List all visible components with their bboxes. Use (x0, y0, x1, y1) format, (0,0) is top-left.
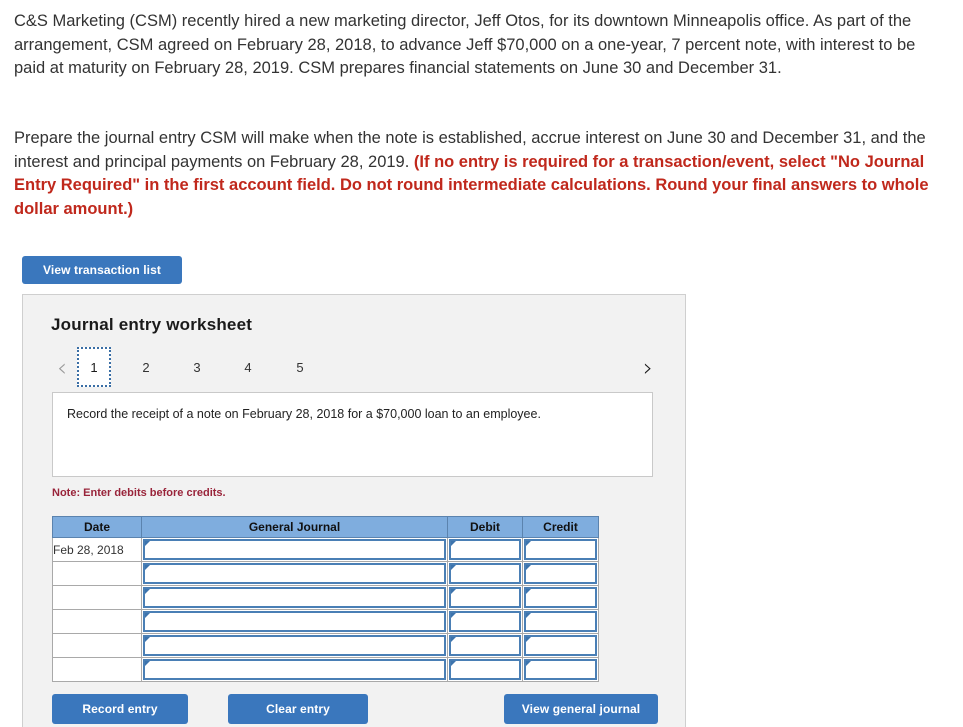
debit-cell[interactable] (447, 561, 523, 586)
debit-input[interactable] (449, 539, 521, 560)
credit-input[interactable] (524, 635, 597, 656)
debit-cell[interactable] (447, 657, 523, 682)
view-general-journal-button[interactable]: View general journal (504, 694, 658, 724)
date-cell[interactable] (52, 633, 142, 658)
chevron-left-icon[interactable]: ‹ (51, 349, 73, 385)
general-journal-cell[interactable] (141, 657, 448, 682)
date-cell[interactable] (52, 609, 142, 634)
date-cell[interactable] (52, 657, 142, 682)
table-header-row: Date General Journal Debit Credit (52, 516, 599, 538)
credit-cell[interactable] (522, 537, 599, 562)
debit-cell[interactable] (447, 585, 523, 610)
debit-input[interactable] (449, 587, 521, 608)
page-root: C&S Marketing (CSM) recently hired a new… (0, 0, 963, 727)
debit-input[interactable] (449, 635, 521, 656)
record-entry-button[interactable]: Record entry (52, 694, 188, 724)
date-cell[interactable] (52, 585, 142, 610)
table-row (52, 585, 599, 610)
column-header-credit: Credit (522, 516, 599, 538)
credit-input[interactable] (524, 587, 597, 608)
credit-cell[interactable] (522, 633, 599, 658)
column-header-debit: Debit (447, 516, 523, 538)
general-journal-cell[interactable] (141, 633, 448, 658)
general-journal-input[interactable] (143, 563, 446, 584)
credit-input[interactable] (524, 539, 597, 560)
worksheet-title: Journal entry worksheet (51, 315, 253, 334)
debit-input[interactable] (449, 611, 521, 632)
credit-input[interactable] (524, 563, 597, 584)
credit-cell[interactable] (522, 561, 599, 586)
journal-entry-table: Date General Journal Debit Credit Feb 28… (52, 516, 599, 682)
credit-cell[interactable] (522, 609, 599, 634)
general-journal-input[interactable] (143, 635, 446, 656)
date-cell[interactable]: Feb 28, 2018 (52, 537, 142, 562)
chevron-right-icon[interactable]: › (637, 349, 659, 385)
worksheet-page-2[interactable]: 2 (129, 349, 163, 385)
general-journal-cell[interactable] (141, 609, 448, 634)
clear-entry-button[interactable]: Clear entry (228, 694, 368, 724)
debit-cell[interactable] (447, 609, 523, 634)
problem-paragraph-1: C&S Marketing (CSM) recently hired a new… (14, 12, 916, 77)
view-transaction-list-button[interactable]: View transaction list (22, 256, 182, 284)
table-row: Feb 28, 2018 (52, 537, 599, 562)
column-header-date: Date (52, 516, 142, 538)
debit-before-credit-note: Note: Enter debits before credits. (52, 487, 226, 499)
worksheet-page-3[interactable]: 3 (180, 349, 214, 385)
credit-cell[interactable] (522, 585, 599, 610)
debit-input[interactable] (449, 563, 521, 584)
problem-paragraph-2: Prepare the journal entry CSM will make … (14, 127, 930, 221)
general-journal-cell[interactable] (141, 561, 448, 586)
general-journal-input[interactable] (143, 659, 446, 680)
table-row (52, 609, 599, 634)
credit-input[interactable] (524, 659, 597, 680)
debit-input[interactable] (449, 659, 521, 680)
general-journal-cell[interactable] (141, 585, 448, 610)
worksheet-page-1[interactable]: 1 (77, 347, 111, 387)
worksheet-page-4[interactable]: 4 (231, 349, 265, 385)
general-journal-cell[interactable] (141, 537, 448, 562)
credit-cell[interactable] (522, 657, 599, 682)
table-row (52, 657, 599, 682)
general-journal-input[interactable] (143, 587, 446, 608)
column-header-general-journal: General Journal (141, 516, 448, 538)
transaction-description: Record the receipt of a note on February… (52, 392, 653, 477)
credit-input[interactable] (524, 611, 597, 632)
table-row (52, 633, 599, 658)
table-row (52, 561, 599, 586)
debit-cell[interactable] (447, 633, 523, 658)
worksheet-pagination: ‹ 1 2 3 4 5 › (51, 347, 659, 387)
general-journal-input[interactable] (143, 611, 446, 632)
worksheet-page-5[interactable]: 5 (283, 349, 317, 385)
general-journal-input[interactable] (143, 539, 446, 560)
date-cell[interactable] (52, 561, 142, 586)
debit-cell[interactable] (447, 537, 523, 562)
